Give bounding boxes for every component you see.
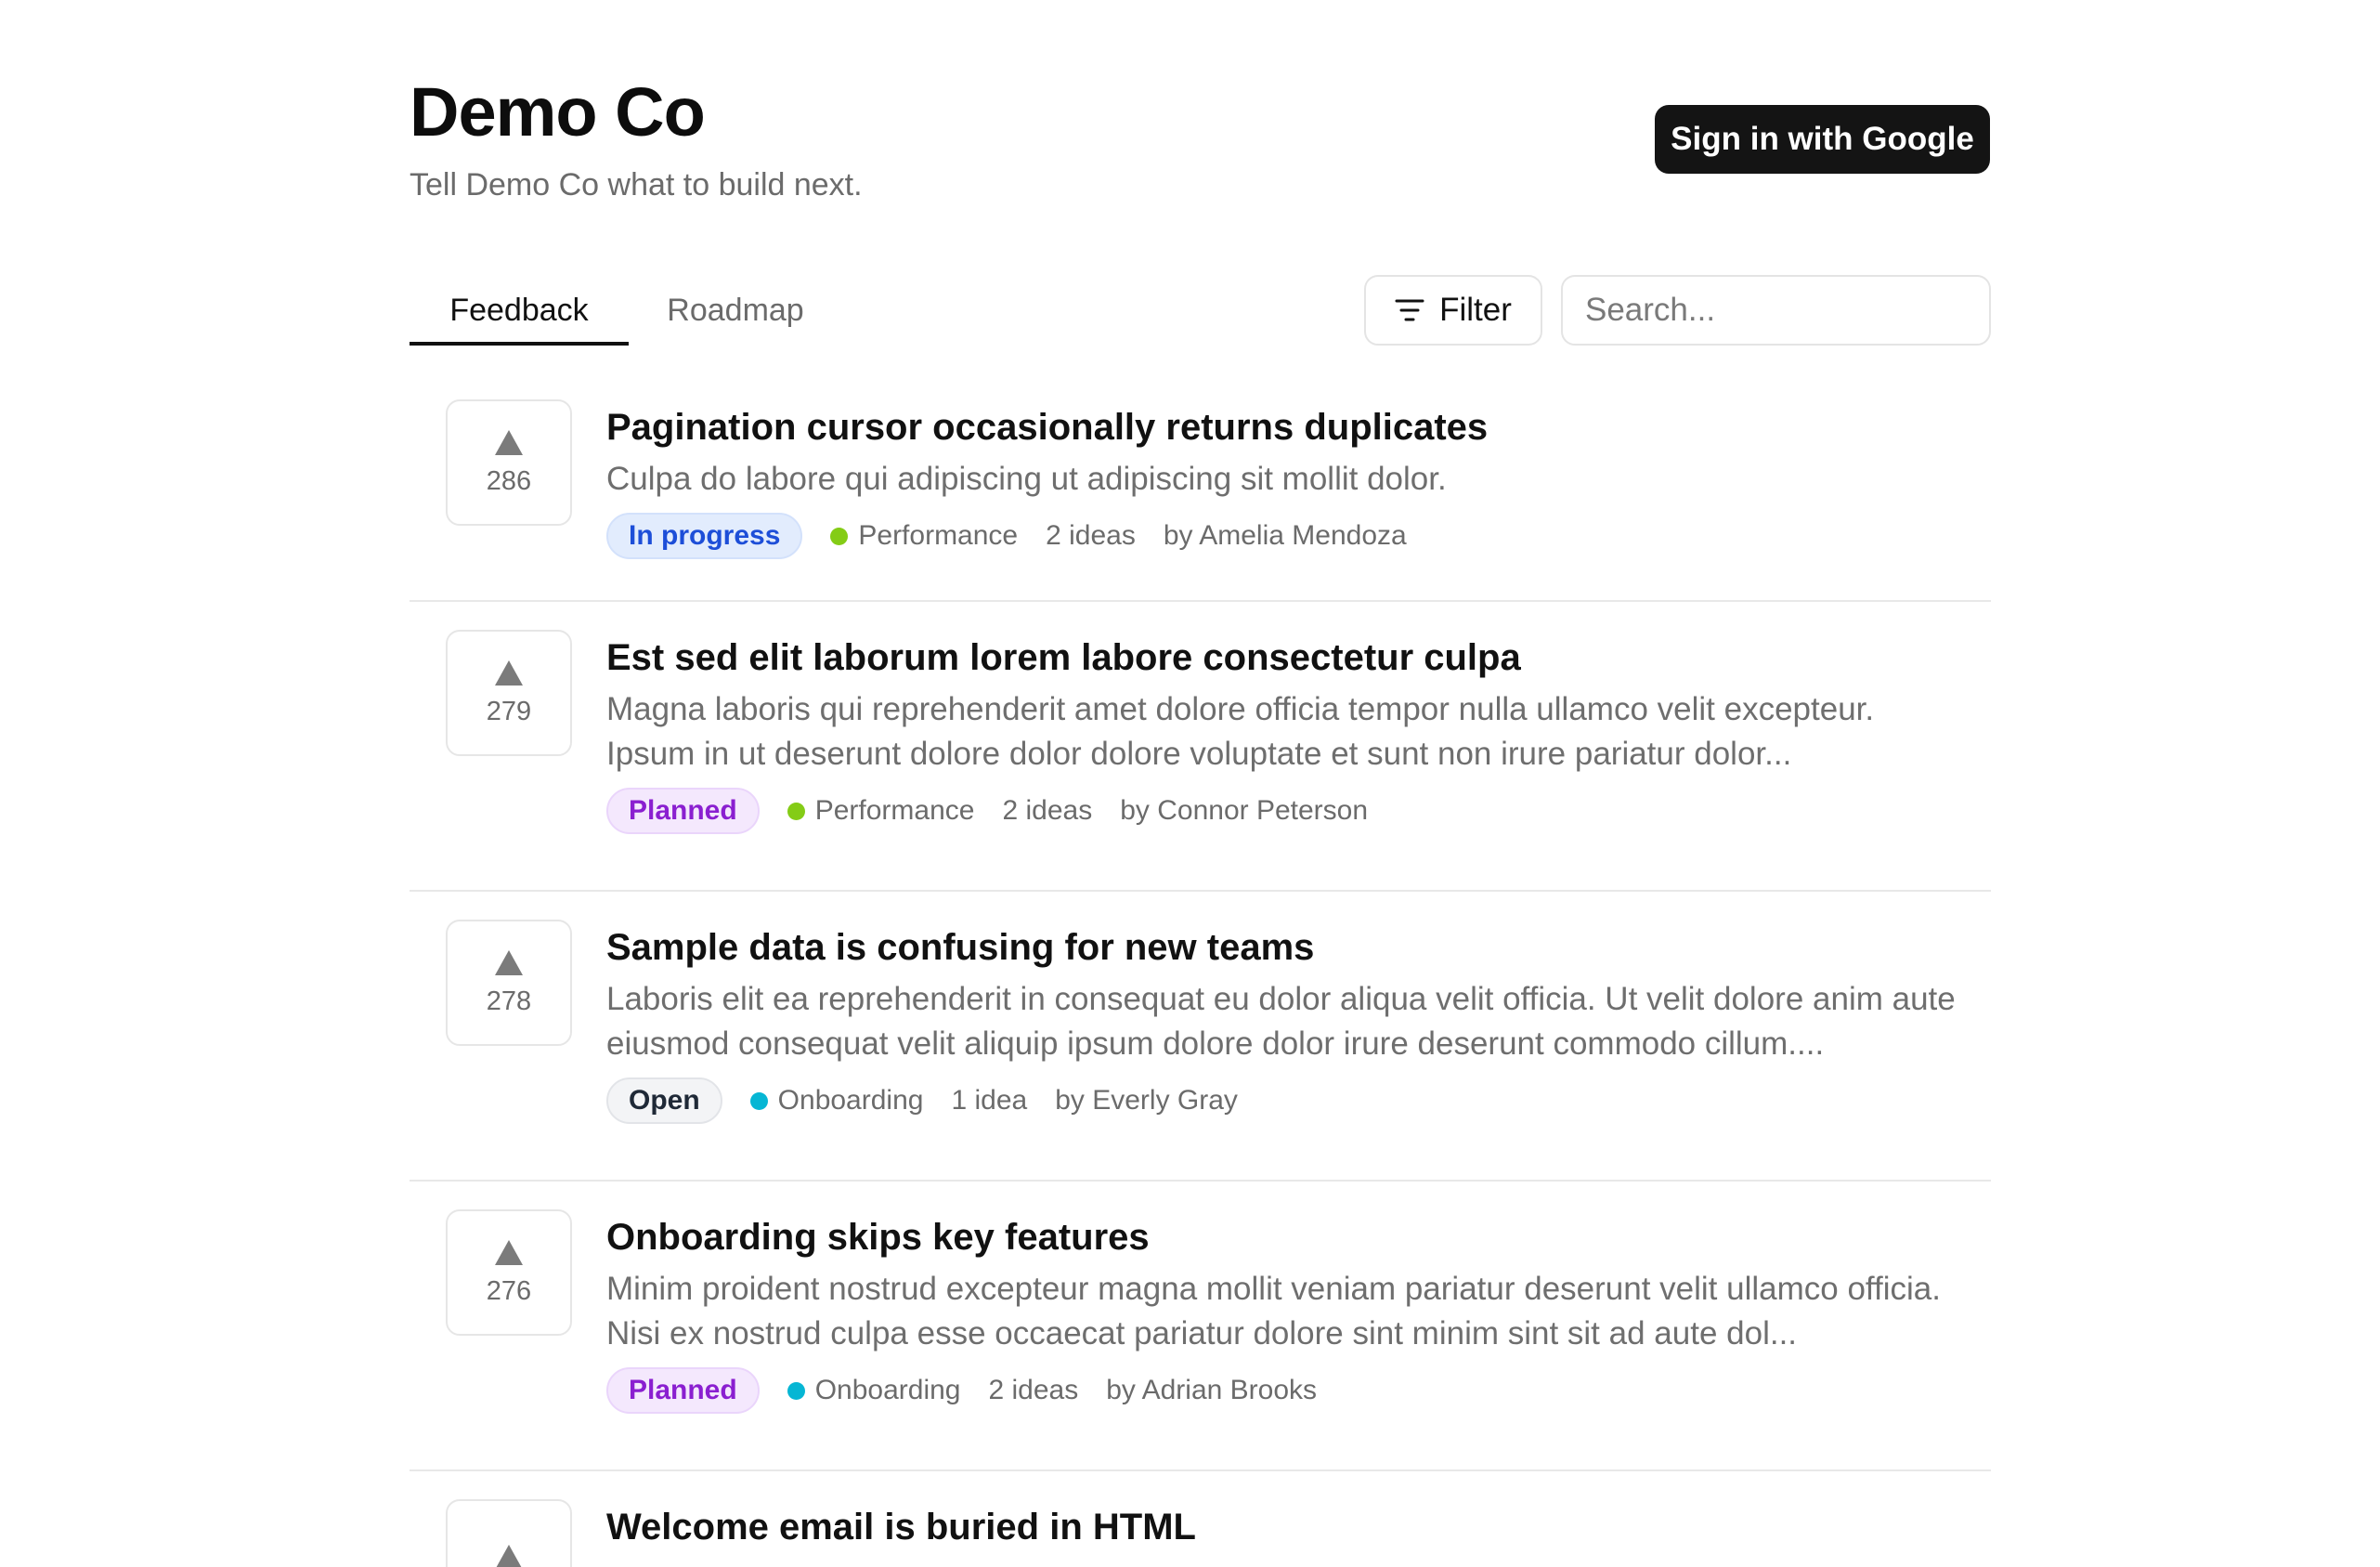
feedback-item[interactable]: 276 Onboarding skips key features Minim … (410, 1182, 1991, 1471)
category-dot-icon (830, 527, 849, 545)
item-meta: Planned Onboarding 2 ideas by Adrian Bro… (606, 1367, 1962, 1414)
item-title[interactable]: Onboarding skips key features (606, 1211, 1962, 1263)
filter-label: Filter (1439, 292, 1512, 328)
category-label: Performance (858, 520, 1019, 551)
category-dot-icon (787, 802, 805, 820)
author-label: by Amelia Mendoza (1163, 520, 1407, 551)
item-description: Culpa do labore qui adipiscing ut adipis… (606, 461, 1447, 497)
tab-roadmap[interactable]: Roadmap (629, 275, 842, 346)
author-label: by Adrian Brooks (1106, 1375, 1318, 1405)
category-dot-icon (787, 1381, 805, 1400)
sign-in-google-button[interactable]: Sign in with Google (1655, 105, 1990, 174)
item-description: Laboris elit ea reprehenderit in consequ… (606, 981, 1956, 1062)
status-badge: Planned (606, 1367, 760, 1414)
vote-count: 279 (486, 696, 532, 726)
page-title: Demo Co (410, 73, 706, 150)
category-dot-icon (749, 1091, 768, 1110)
vote-count: 278 (486, 986, 532, 1016)
filter-button[interactable]: Filter (1364, 275, 1542, 346)
item-description: Magna laboris qui reprehenderit amet dol… (606, 691, 1875, 772)
item-description: Minim proident nostrud excepteur magna m… (606, 1271, 1941, 1352)
feedback-list: 286 Pagination cursor occasionally retur… (410, 372, 1991, 1567)
ideas-count: 2 ideas (1046, 520, 1136, 551)
upvote-arrow-icon (495, 1239, 523, 1265)
vote-count: 276 (486, 1275, 532, 1306)
ideas-count: 2 ideas (1002, 795, 1093, 826)
ideas-count: 2 ideas (988, 1375, 1079, 1405)
page-tagline: Tell Demo Co what to build next. (410, 167, 863, 202)
tab-feedback[interactable]: Feedback (410, 275, 629, 346)
upvote-button[interactable]: 279 (446, 630, 572, 756)
item-title[interactable]: Pagination cursor occasionally returns d… (606, 401, 1962, 453)
search-input[interactable] (1561, 275, 1991, 346)
feedback-item[interactable]: 278 Sample data is confusing for new tea… (410, 892, 1991, 1182)
status-badge: Planned (606, 788, 760, 834)
feedback-board-page: Demo Co Tell Demo Co what to build next.… (0, 0, 2380, 1567)
author-label: by Everly Gray (1055, 1085, 1238, 1116)
upvote-arrow-icon (495, 429, 523, 455)
item-meta: In progress Performance 2 ideas by Ameli… (606, 513, 1962, 559)
item-meta: Open Onboarding 1 idea by Everly Gray (606, 1077, 1962, 1124)
filter-lines-icon (1395, 299, 1424, 321)
item-meta: Planned Performance 2 ideas by Connor Pe… (606, 788, 1962, 834)
category-label: Performance (814, 795, 975, 826)
upvote-button[interactable]: 286 (446, 399, 572, 526)
item-title[interactable]: Sample data is confusing for new teams (606, 921, 1962, 973)
vote-count: 286 (486, 465, 532, 496)
upvote-button[interactable]: 278 (446, 920, 572, 1046)
feedback-item[interactable]: 286 Pagination cursor occasionally retur… (410, 372, 1991, 602)
category-label: Onboarding (777, 1085, 924, 1116)
status-badge: In progress (606, 513, 803, 559)
ideas-count: 1 idea (951, 1085, 1028, 1116)
category-label: Onboarding (814, 1375, 961, 1405)
item-title[interactable]: Welcome email is buried in HTML (606, 1501, 1962, 1553)
upvote-button[interactable]: 276 (446, 1209, 572, 1336)
feedback-item[interactable]: Welcome email is buried in HTML (410, 1471, 1991, 1567)
feedback-item[interactable]: 279 Est sed elit laborum lorem labore co… (410, 602, 1991, 892)
upvote-button[interactable] (446, 1499, 572, 1567)
upvote-arrow-icon (495, 659, 523, 686)
status-badge: Open (606, 1077, 722, 1124)
upvote-arrow-icon (495, 949, 523, 975)
author-label: by Connor Peterson (1120, 795, 1369, 826)
upvote-arrow-icon (495, 1544, 523, 1567)
item-title[interactable]: Est sed elit laborum lorem labore consec… (606, 632, 1962, 684)
